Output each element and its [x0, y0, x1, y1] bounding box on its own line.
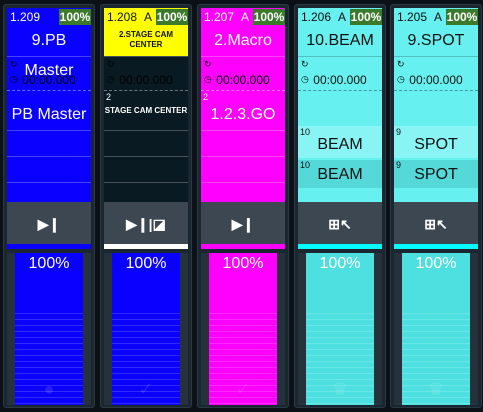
status-strip: [104, 244, 188, 249]
go-button[interactable]: ▶❙: [201, 202, 285, 248]
go-icon: ▶❙: [231, 216, 255, 232]
executor-header: 1.208 A 100%: [104, 8, 188, 26]
executor-header: 1.206 A 100%: [298, 8, 382, 26]
executor-header: 1.207 A 100%: [201, 8, 285, 26]
loop-icon: ↻: [397, 59, 405, 69]
loop-icon: ↻: [107, 59, 115, 69]
go-icon: ▶❙: [37, 216, 61, 232]
timer-value: 00:00.000: [119, 73, 173, 87]
sequence-title: 9.SPOT: [407, 32, 465, 49]
executor-1206[interactable]: 1.206 A 100% 10.BEAM ↻ ◷ 00:00.000 10 BE…: [294, 4, 386, 408]
executor-1208[interactable]: 1.208 A 100% 2.STAGE CAM CENTER ↻ ◷ 00:0…: [100, 4, 192, 408]
executor-display[interactable]: 10.BEAM ↻ ◷ 00:00.000 10 BEAM 10 BEAM: [298, 26, 382, 202]
page-letter: A: [338, 10, 347, 24]
fader[interactable]: 100% ●: [7, 253, 91, 405]
cue-name: BEAM: [317, 136, 363, 153]
status-strip: [201, 244, 285, 249]
go-button[interactable]: ▶❙: [7, 202, 91, 248]
status-strip: [7, 244, 91, 249]
executor-display[interactable]: 9.SPOT ↻ ◷ 00:00.000 9 SPOT 9 SPOT: [394, 26, 478, 202]
executor-level-badge: 100%: [253, 9, 285, 25]
executor-number: 1.209: [10, 10, 41, 24]
executor-display[interactable]: 2.Macro ↻ ◷ 00:00.000 2 1.2.3.GO: [201, 26, 285, 202]
executor-level-badge: 100%: [446, 9, 478, 25]
timer-value: 00:00.000: [22, 73, 76, 87]
executor-1205[interactable]: 1.205 A 100% 9.SPOT ↻ ◷ 00:00.000 9 SPOT…: [390, 4, 482, 408]
executor-bar: 1.209 100% 9.PB Master ↻ ◷ 00:00.000 PB …: [0, 0, 483, 412]
cue-index: 2: [203, 92, 209, 102]
go-flash-icon: ▶❙|◪: [126, 216, 166, 232]
fader-value: 100%: [415, 255, 457, 272]
executor-header: 1.205 A 100%: [394, 8, 478, 26]
fader[interactable]: 100% ✓: [104, 253, 188, 405]
timer-value: 00:00.000: [409, 73, 463, 87]
loop-icon: ↻: [204, 59, 212, 69]
sequence-title: 10.BEAM: [306, 32, 374, 49]
next-cue-name: BEAM: [317, 166, 363, 183]
status-strip: [298, 244, 382, 249]
cue-name: PB Master: [11, 106, 87, 123]
loop-icon: ↻: [301, 59, 309, 69]
executor-number: 1.208: [107, 10, 138, 24]
bulb-icon: ●: [43, 379, 55, 399]
sequence-title: 9.PB Master: [24, 32, 74, 79]
executor-header: 1.209 100%: [7, 8, 91, 26]
select-fixtures-button[interactable]: ⊞↖: [298, 202, 382, 248]
executor-number: 1.206: [301, 10, 332, 24]
cue-name: SPOT: [414, 136, 458, 153]
executor-1207[interactable]: 1.207 A 100% 2.Macro ↻ ◷ 00:00.000 2 1.2…: [197, 4, 289, 408]
crown-icon: ♛: [427, 379, 445, 399]
fader[interactable]: 100% ♛: [298, 253, 382, 405]
fader-value: 100%: [222, 255, 264, 272]
loop-icon: ↻: [10, 59, 18, 69]
go-flash-button[interactable]: ▶❙|◪: [104, 202, 188, 248]
executor-level-badge: 100%: [59, 9, 91, 25]
timer-value: 00:00.000: [313, 73, 367, 87]
timer-value: 00:00.000: [216, 73, 270, 87]
cue-index: 2: [106, 92, 112, 102]
status-strip: [394, 244, 478, 249]
fader-value: 100%: [28, 255, 70, 272]
executor-number: 1.205: [397, 10, 428, 24]
fader[interactable]: 100% ♛: [394, 253, 478, 405]
fader-value: 100%: [125, 255, 167, 272]
executor-1209[interactable]: 1.209 100% 9.PB Master ↻ ◷ 00:00.000 PB …: [3, 4, 95, 408]
executor-number: 1.207: [204, 10, 235, 24]
cue-name: STAGE CAM CENTER: [104, 106, 188, 115]
select-fixtures-button[interactable]: ⊞↖: [394, 202, 478, 248]
fader[interactable]: 100% ✓: [201, 253, 285, 405]
fixture-select-icon: ⊞↖: [424, 216, 448, 232]
executor-display[interactable]: 9.PB Master ↻ ◷ 00:00.000 PB Master: [7, 26, 91, 202]
fader-value: 100%: [319, 255, 361, 272]
sequence-title: 2.STAGE CAM CENTER: [104, 26, 188, 56]
crown-icon: ♛: [331, 379, 349, 399]
executor-display[interactable]: 2.STAGE CAM CENTER ↻ ◷ 00:00.000 2 STAGE…: [104, 26, 188, 202]
cue-name: 1.2.3.GO: [210, 106, 276, 123]
page-letter: A: [241, 10, 250, 24]
executor-level-badge: 100%: [350, 9, 382, 25]
executor-level-badge: 100%: [156, 9, 188, 25]
next-cue-name: SPOT: [414, 166, 458, 183]
check-icon: ✓: [138, 379, 154, 399]
check-icon: ✓: [235, 379, 251, 399]
sequence-title: 2.Macro: [214, 32, 272, 49]
page-letter: A: [144, 10, 153, 24]
fixture-select-icon: ⊞↖: [328, 216, 352, 232]
page-letter: A: [434, 10, 443, 24]
